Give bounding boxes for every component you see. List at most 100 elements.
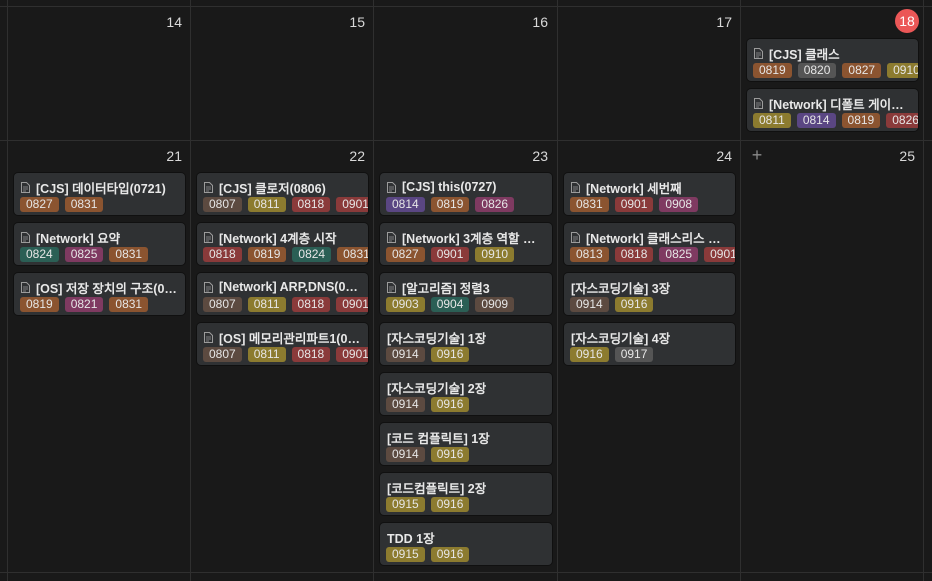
page-icon [754, 97, 769, 109]
tag-list: 0916 0917 [570, 347, 735, 362]
event-title: [Network] 요약 [21, 228, 179, 246]
tag-badge: 0908 [659, 197, 699, 212]
event-title-text: [Network] 세번째 [586, 181, 682, 196]
day-number: 23 [532, 148, 548, 164]
tag-list: 0827 0901 0910 [386, 247, 552, 262]
page-icon [204, 231, 219, 243]
tag-badge: 0916 [430, 547, 470, 562]
tag-badge: 0821 [64, 297, 104, 312]
tag-badge: 0901 [614, 197, 654, 212]
event-card[interactable]: [Network] ARP,DNS(08... 0807 0811 0818 0901 [197, 273, 368, 315]
tag-badge: 0831 [109, 297, 149, 312]
tag-list: 0827 0831 [20, 197, 185, 212]
tag-list: 0903 0904 0909 [386, 297, 552, 312]
page-icon [387, 231, 402, 243]
tag-badge: 0916 [430, 447, 470, 462]
event-card[interactable]: TDD 1장 0915 0916 [380, 523, 552, 565]
tag-badge: 0831 [337, 247, 368, 262]
event-title: [코드컴플릭트] 2장 [387, 478, 546, 496]
event-card[interactable]: [CJS] 클래스 0819 0820 0827 0910 [747, 39, 918, 81]
tag-list: 0818 0819 0824 0831 [203, 247, 368, 262]
event-title-text: [Network] 4계층 시작 [219, 231, 337, 246]
tag-badge: 0916 [430, 347, 470, 362]
tag-badge: 0904 [430, 297, 470, 312]
event-title-text: [자스코딩기술] 1장 [387, 331, 487, 346]
tag-badge: 0819 [753, 63, 792, 78]
event-card[interactable]: [Network] 3계층 역할 개요... 0827 0901 0910 [380, 223, 552, 265]
tag-list: 0813 0818 0825 0901 [570, 247, 735, 262]
event-title-text: [OS] 저장 장치의 구조(07... [36, 281, 179, 296]
tag-badge: 0825 [64, 247, 104, 262]
day-number: 17 [716, 14, 732, 30]
event-card[interactable]: [자스코딩기술] 1장 0914 0916 [380, 323, 552, 365]
tag-badge: 0811 [247, 197, 286, 212]
tag-badge: 0813 [570, 247, 609, 262]
event-title-text: [Network] 요약 [36, 231, 121, 246]
event-card[interactable]: [코드 컴플릭트] 1장 0914 0916 [380, 423, 552, 465]
tag-badge: 0818 [291, 297, 331, 312]
day-number: 21 [166, 148, 182, 164]
tag-badge: 0901 [704, 247, 735, 262]
tag-badge: 0916 [570, 347, 609, 362]
event-title: [OS] 메모리관리파트1(08... [204, 328, 362, 346]
tag-badge: 0910 [475, 247, 515, 262]
event-card[interactable]: [OS] 저장 장치의 구조(07... 0819 0821 0831 [14, 273, 185, 315]
tag-badge: 0914 [386, 397, 425, 412]
event-card[interactable]: [Network] 요약 0824 0825 0831 [14, 223, 185, 265]
event-card[interactable]: [자스코딩기술] 3장 0914 0916 [564, 273, 735, 315]
tag-list: 0915 0916 [386, 547, 552, 562]
event-card[interactable]: [자스코딩기술] 4장 0916 0917 [564, 323, 735, 365]
tag-list: 0915 0916 [386, 497, 552, 512]
event-card[interactable]: [알고리즘] 정렬3 0903 0904 0909 [380, 273, 552, 315]
event-title-text: [코드컴플릭트] 2장 [387, 481, 487, 496]
event-card[interactable]: [OS] 메모리관리파트1(08... 0807 0811 0818 0901 [197, 323, 368, 365]
column-divider [373, 0, 374, 581]
tag-badge: 0819 [20, 297, 59, 312]
event-title: [Network] 클래스리스 어... [571, 228, 729, 246]
page-icon [21, 181, 36, 193]
tag-badge: 0818 [291, 347, 331, 362]
tag-badge: 0807 [203, 197, 242, 212]
page-icon [571, 181, 586, 193]
row-divider [0, 572, 932, 573]
tag-badge: 0917 [614, 347, 654, 362]
event-title: [OS] 저장 장치의 구조(07... [21, 278, 179, 296]
event-card[interactable]: [CJS] 클로저(0806) 0807 0811 0818 0901 [197, 173, 368, 215]
tag-badge: 0916 [614, 297, 654, 312]
event-card[interactable]: [자스코딩기술] 2장 0914 0916 [380, 373, 552, 415]
tag-badge: 0819 [430, 197, 470, 212]
tag-badge: 0824 [292, 247, 332, 262]
tag-list: 0807 0811 0818 0901 [203, 197, 368, 212]
event-title-text: [CJS] this(0727) [402, 180, 497, 194]
tag-badge: 0814 [796, 113, 836, 128]
event-title: [CJS] 클로저(0806) [204, 178, 362, 196]
event-card[interactable]: [Network] 세번째 0831 0901 0908 [564, 173, 735, 215]
event-title: [Network] 세번째 [571, 178, 729, 196]
event-card[interactable]: [Network] 클래스리스 어... 0813 0818 0825 0901 [564, 223, 735, 265]
tag-badge: 0827 [842, 63, 882, 78]
tag-badge: 0818 [291, 197, 331, 212]
column-divider [190, 0, 191, 581]
tag-badge: 0831 [570, 197, 609, 212]
tag-list: 0811 0814 0819 0826 [753, 113, 918, 128]
event-title-text: [CJS] 클래스 [769, 47, 840, 62]
event-card[interactable]: [CJS] this(0727) 0814 0819 0826 [380, 173, 552, 215]
day-number: 24 [716, 148, 732, 164]
event-title-text: [Network] 디폴트 게이트... [769, 97, 912, 112]
event-title: [자스코딩기술] 2장 [387, 378, 546, 396]
event-card[interactable]: [Network] 디폴트 게이트... 0811 0814 0819 0826 [747, 89, 918, 131]
page-icon [204, 331, 219, 343]
event-card[interactable]: [CJS] 데이터타입(0721) 0827 0831 [14, 173, 185, 215]
tag-badge: 0915 [386, 547, 425, 562]
page-icon [204, 181, 219, 193]
event-card[interactable]: [코드컴플릭트] 2장 0915 0916 [380, 473, 552, 515]
tag-list: 0914 0916 [570, 297, 735, 312]
event-title: [코드 컴플릭트] 1장 [387, 428, 546, 446]
event-title: [자스코딩기술] 3장 [571, 278, 729, 296]
tag-badge: 0901 [336, 347, 368, 362]
add-event-icon[interactable]: + [747, 146, 767, 166]
event-card[interactable]: [Network] 4계층 시작 0818 0819 0824 0831 [197, 223, 368, 265]
tag-badge: 0914 [386, 347, 425, 362]
tag-badge: 0827 [20, 197, 59, 212]
event-title-text: [Network] 3계층 역할 개요... [402, 231, 546, 246]
